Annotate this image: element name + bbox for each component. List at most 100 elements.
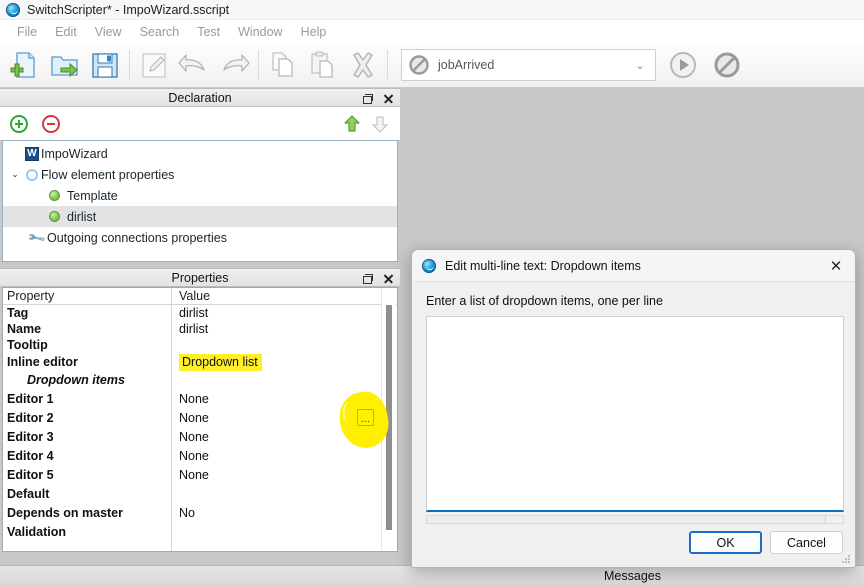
dialog-button-bar: OK Cancel xyxy=(689,531,843,554)
menu-item-view[interactable]: View xyxy=(86,23,131,41)
close-icon[interactable] xyxy=(383,93,394,104)
close-icon[interactable] xyxy=(383,273,394,284)
cancel-button[interactable]: Cancel xyxy=(770,531,843,554)
table-row[interactable]: Tooltip xyxy=(3,337,397,353)
table-row[interactable]: Depends on master No xyxy=(3,503,397,522)
menu-item-help[interactable]: Help xyxy=(292,23,336,41)
menu-item-test[interactable]: Test xyxy=(188,23,229,41)
column-divider xyxy=(171,288,172,551)
copy-icon xyxy=(264,45,302,85)
property-value[interactable]: None xyxy=(171,449,397,463)
left-dock-footer xyxy=(0,565,401,585)
edit-multiline-text-dialog: Edit multi-line text: Dropdown items ✕ E… xyxy=(411,249,856,568)
header-divider xyxy=(3,304,397,305)
properties-header-row: Property Value xyxy=(3,288,397,304)
tree-item-label: Template xyxy=(67,188,118,203)
green-dot-icon xyxy=(45,211,63,222)
table-row[interactable]: Validation xyxy=(3,522,397,541)
property-value[interactable]: No xyxy=(171,506,397,520)
float-icon[interactable] xyxy=(362,273,373,284)
tree-item-label: Outgoing connections properties xyxy=(47,230,227,245)
redo-icon xyxy=(215,45,253,85)
wrench-icon: 🔧 xyxy=(25,227,47,248)
toolbar-separator-1 xyxy=(129,50,130,80)
dialog-body: Enter a list of dropdown items, one per … xyxy=(412,282,855,524)
tree-item-dirlist[interactable]: dirlist xyxy=(3,206,397,227)
menu-item-search[interactable]: Search xyxy=(131,23,189,41)
property-value[interactable]: Dropdown list xyxy=(171,354,397,371)
tree-item-impowizard[interactable]: W ImpoWizard xyxy=(3,143,397,164)
property-name: Tooltip xyxy=(7,338,48,352)
move-down-button xyxy=(370,114,390,134)
declaration-panel-caption: Declaration xyxy=(0,88,400,107)
run-button[interactable] xyxy=(666,48,700,82)
column-header-property: Property xyxy=(7,289,55,303)
tree-item-label: ImpoWizard xyxy=(41,146,108,161)
property-name: Default xyxy=(7,486,50,501)
table-row[interactable]: Name dirlist xyxy=(3,321,397,337)
property-value[interactable]: None xyxy=(171,468,397,482)
tree-item-label: dirlist xyxy=(67,209,97,224)
property-name: Editor 4 xyxy=(7,448,54,463)
tree-item-flow-element-properties[interactable]: ⌄ Flow element properties xyxy=(3,164,397,185)
inline-editor-value: Dropdown list xyxy=(179,354,262,371)
table-row[interactable]: Dropdown items xyxy=(3,371,397,389)
property-value[interactable]: dirlist xyxy=(171,322,397,336)
table-row[interactable]: Inline editor Dropdown list xyxy=(3,353,397,371)
declaration-tree[interactable]: W ImpoWizard ⌄ Flow element properties T… xyxy=(2,140,398,262)
property-name: Editor 5 xyxy=(7,467,54,482)
properties-panel-caption: Properties xyxy=(0,268,400,287)
move-up-button[interactable] xyxy=(342,114,362,134)
dropdown-items-textarea[interactable] xyxy=(426,316,844,512)
new-icon[interactable] xyxy=(6,45,44,85)
float-icon[interactable] xyxy=(362,93,373,104)
table-row[interactable]: Editor 4 None xyxy=(3,446,397,465)
chevron-down-icon[interactable]: ⌄ xyxy=(635,58,649,72)
table-row[interactable]: Tag dirlist xyxy=(3,305,397,321)
table-row[interactable]: Editor 3 None xyxy=(3,427,397,446)
menu-item-file[interactable]: File xyxy=(8,23,46,41)
property-name: Tag xyxy=(7,306,29,320)
remove-declaration-button[interactable] xyxy=(42,114,60,133)
tree-item-outgoing-connections-properties[interactable]: 🔧 Outgoing connections properties xyxy=(3,227,397,248)
entrypoint-value: jobArrived xyxy=(438,58,495,72)
save-icon[interactable] xyxy=(86,45,124,85)
menu-item-edit[interactable]: Edit xyxy=(46,23,86,41)
table-row[interactable]: Editor 5 None xyxy=(3,465,397,484)
scrollbar-thumb[interactable] xyxy=(427,516,827,523)
resize-grip-icon[interactable] xyxy=(841,554,851,564)
property-name: Editor 3 xyxy=(7,429,54,444)
window-title: SwitchScripter* - ImpoWizard.sscript xyxy=(27,2,230,17)
left-dock: Declaration W ImpoWizard ⌄ Flow element … xyxy=(0,88,400,552)
close-icon[interactable]: ✕ xyxy=(821,252,851,280)
app-icon xyxy=(6,2,20,17)
messages-panel-title: Messages xyxy=(604,568,661,583)
table-row[interactable]: Editor 2 None xyxy=(3,408,397,427)
edit-icon xyxy=(135,45,173,85)
entrypoint-combo[interactable]: jobArrived ⌄ xyxy=(401,49,656,81)
property-value[interactable]: dirlist xyxy=(171,306,397,320)
ok-button[interactable]: OK xyxy=(689,531,762,554)
dropdown-items-ellipsis-button[interactable]: ... xyxy=(357,409,374,426)
open-icon[interactable] xyxy=(46,45,84,85)
no-entry-icon xyxy=(409,55,429,75)
properties-grid[interactable]: Property Value Tag dirlist Name dirlist … xyxy=(2,287,398,552)
dialog-title: Edit multi-line text: Dropdown items xyxy=(445,258,641,273)
property-name: Name xyxy=(7,322,42,336)
menu-item-window[interactable]: Window xyxy=(229,23,291,41)
menu-bar: File Edit View Search Test Window Help xyxy=(0,20,864,43)
dialog-horizontal-scrollbar[interactable] xyxy=(426,515,844,524)
property-name: Validation xyxy=(7,524,67,539)
main-toolbar: jobArrived ⌄ xyxy=(0,43,864,88)
toolbar-separator-3 xyxy=(387,50,388,80)
green-dot-icon xyxy=(45,190,63,201)
table-row[interactable]: Editor 1 None xyxy=(3,389,397,408)
property-name: Inline editor xyxy=(7,355,78,369)
toolbar-separator-2 xyxy=(258,50,259,80)
tree-item-template[interactable]: Template xyxy=(3,185,397,206)
add-declaration-button[interactable] xyxy=(10,114,28,133)
tree-twisty-expanded[interactable]: ⌄ xyxy=(7,169,23,180)
gear-icon xyxy=(23,168,41,181)
dialog-app-icon xyxy=(422,258,436,273)
table-row[interactable]: Default xyxy=(3,484,397,503)
